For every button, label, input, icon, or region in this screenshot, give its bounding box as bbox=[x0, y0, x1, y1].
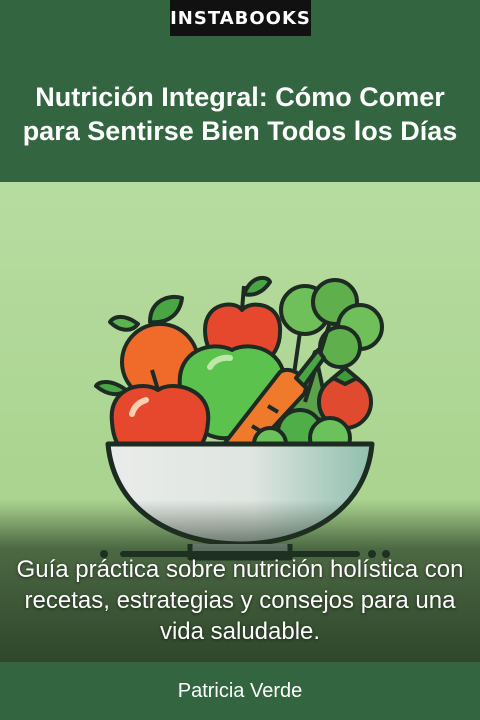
book-cover: INSTABOOKS Nutrición Integral: Cómo Come… bbox=[0, 0, 480, 720]
book-title: Nutrición Integral: Cómo Comer para Sent… bbox=[22, 82, 458, 146]
book-subtitle: Guía práctica sobre nutrición holística … bbox=[16, 556, 464, 645]
author-band: Patricia Verde bbox=[0, 662, 480, 720]
publisher-badge: INSTABOOKS bbox=[170, 0, 311, 36]
author-name: Patricia Verde bbox=[177, 679, 303, 702]
